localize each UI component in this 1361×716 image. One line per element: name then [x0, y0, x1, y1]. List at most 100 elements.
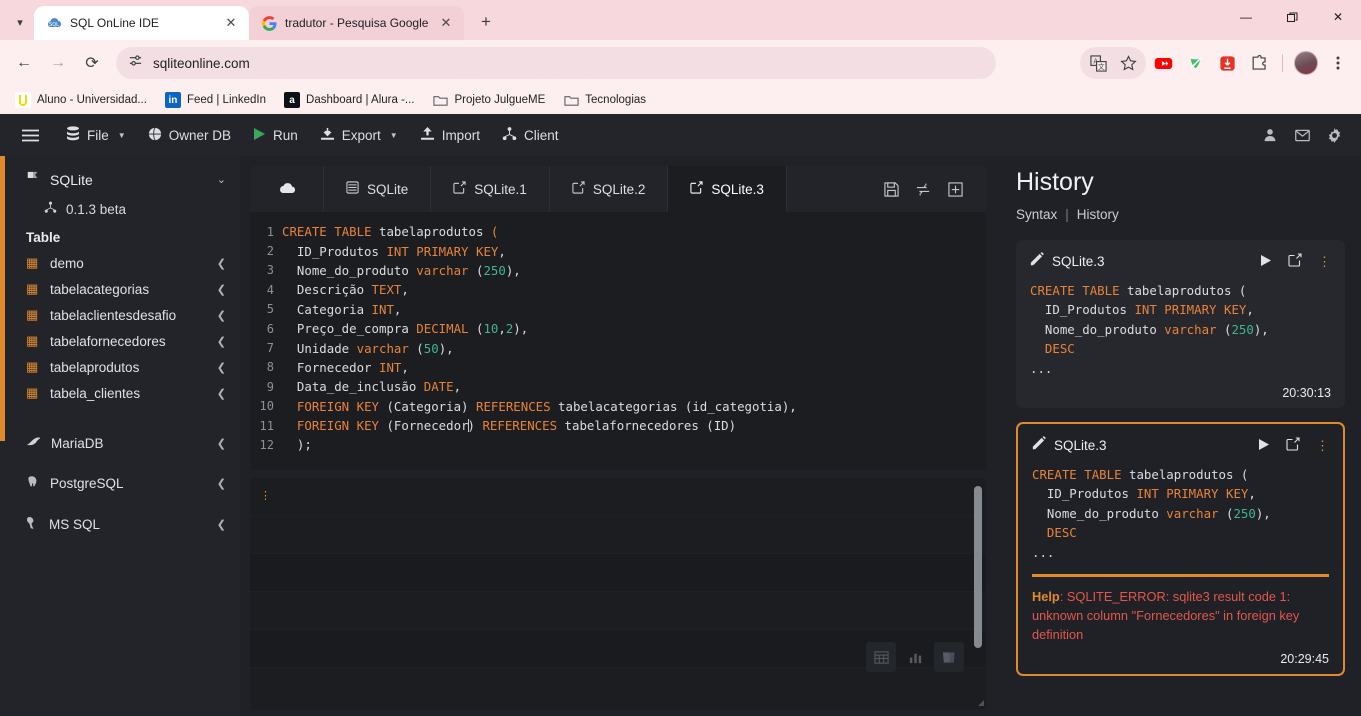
bookmark-folder-projeto-julgueme[interactable]: Projeto JulgueME [426, 89, 553, 111]
bookmark-folder-tecnologias[interactable]: Tecnologias [556, 89, 653, 111]
add-tab-icon[interactable] [946, 180, 964, 198]
line-content: Unidade varchar (50), [282, 340, 454, 356]
editor-tab-cloud[interactable] [250, 166, 324, 212]
minimize-button[interactable]: — [1223, 0, 1269, 34]
bookmark-alura-dashboard[interactable]: a Dashboard | Alura -... [277, 89, 421, 111]
sidebar-engine-postgresql[interactable]: PostgreSQL ❮ [0, 463, 240, 504]
toolbar-run-button[interactable]: Run [242, 121, 309, 150]
new-tab-button[interactable]: + [472, 8, 500, 36]
table-grid-icon[interactable] [866, 642, 896, 672]
youtube-icon[interactable] [1148, 48, 1178, 78]
toolbar-file-menu[interactable]: File ▼ [55, 120, 137, 150]
close-button[interactable]: ✕ [1315, 0, 1361, 34]
sql-code-editor[interactable]: 1 CREATE TABLE tabelaprodutos (2 ID_Produ… [250, 212, 986, 470]
share-nodes-icon [502, 126, 517, 144]
page-info-icon[interactable] [128, 53, 143, 73]
browser-tab-tradutor[interactable]: tradutor - Pesquisa Google ✕ [249, 6, 464, 40]
toolbar-import-button[interactable]: Import [409, 121, 491, 150]
address-bar[interactable]: sqliteonline.com [116, 47, 996, 79]
hamburger-menu-icon[interactable] [14, 123, 47, 148]
refresh-icon[interactable] [914, 180, 932, 198]
run-play-icon[interactable] [1260, 254, 1272, 270]
line-content: Fornecedor INT, [282, 359, 409, 375]
run-play-icon[interactable] [1258, 438, 1270, 454]
resize-handle[interactable] [978, 700, 984, 706]
mail-icon[interactable] [1289, 122, 1315, 148]
sidebar-table-tabelaprodutos[interactable]: ▦ tabelaprodutos ❮ [0, 354, 240, 380]
chevron-left-icon[interactable]: ❮ [217, 387, 226, 400]
chevron-left-icon[interactable]: ❮ [217, 361, 226, 374]
sidebar-table-tabela-clientes[interactable]: ▦ tabela_clientes ❮ [0, 380, 240, 406]
sidebar-table-tabelaclientesdesafio[interactable]: ▦ tabelaclientesdesafio ❮ [0, 302, 240, 328]
save-floppy-icon[interactable] [882, 180, 900, 198]
sidebar-table-demo[interactable]: ▦ demo ❮ [0, 250, 240, 276]
line-number: 7 [266, 341, 274, 356]
toolbar-client-button[interactable]: Client [491, 121, 570, 150]
browser-tab-sql-online-ide[interactable]: SQL SQL OnLine IDE ✕ [34, 6, 249, 40]
tab-separator: | [1065, 207, 1069, 222]
chevron-left-icon[interactable]: ❮ [217, 335, 226, 348]
history-code-line: ... [1032, 544, 1055, 560]
history-code-line: DESC [1032, 525, 1077, 541]
chevron-left-icon[interactable]: ❮ [217, 309, 226, 322]
edit-square-icon[interactable] [1286, 437, 1300, 454]
result-scrollbar[interactable] [974, 486, 982, 648]
user-icon[interactable] [1257, 122, 1283, 148]
bar-chart-icon[interactable] [900, 642, 930, 672]
close-icon[interactable]: ✕ [438, 15, 454, 31]
sidebar: SQLite ⌄ 0.1.3 beta Table ▦ demo ❮ ▦ tab… [0, 156, 240, 716]
close-icon[interactable]: ✕ [223, 15, 239, 31]
forward-icon[interactable]: → [42, 47, 74, 79]
code-line: 2 ID_Produtos INT PRIMARY KEY, [250, 241, 986, 260]
chevron-left-icon[interactable]: ❮ [217, 283, 226, 296]
line-content: FOREIGN KEY (Fornecedor) REFERENCES tabe… [296, 418, 737, 434]
tab-search-chevron-icon[interactable]: ▾ [6, 7, 34, 37]
chevron-left-icon[interactable]: ❮ [217, 477, 226, 490]
line-number: 4 [266, 282, 274, 297]
editor-tab-sqlite-2[interactable]: SQLite.2 [550, 166, 669, 212]
bookmark-aluno-universidade[interactable]: Aluno - Universidad... [8, 89, 154, 111]
bookmark-linkedin[interactable]: in Feed | LinkedIn [158, 89, 273, 111]
chevron-left-icon[interactable]: ❮ [217, 437, 226, 450]
back-icon[interactable]: ← [8, 47, 40, 79]
editor-tab-sqlite-3[interactable]: SQLite.3 [668, 166, 787, 212]
edit-square-icon [453, 181, 466, 197]
downloader-icon[interactable] [1212, 48, 1242, 78]
result-status-dots-icon[interactable]: ⋮ [260, 491, 271, 502]
sidebar-table-tabelafornecedores[interactable]: ▦ tabelafornecedores ❮ [0, 328, 240, 354]
bookmark-star-icon[interactable] [1113, 48, 1143, 78]
reload-icon[interactable]: ⟳ [76, 47, 108, 79]
translate-icon[interactable]: A文 [1083, 48, 1113, 78]
sidebar-engine-mariadb[interactable]: MariaDB ❮ [0, 424, 240, 463]
toolbar-owner-db[interactable]: Owner DB [137, 121, 242, 150]
toolbar-export-menu[interactable]: Export ▼ [309, 121, 409, 150]
more-vertical-icon[interactable]: ⋮ [1316, 439, 1329, 452]
sidebar-db-sqlite[interactable]: SQLite ⌄ [0, 164, 240, 195]
gear-icon[interactable] [1321, 122, 1347, 148]
book-icon[interactable] [934, 642, 964, 672]
chevron-down-icon[interactable]: ⌄ [217, 173, 226, 186]
history-entry[interactable]: SQLite.3 ⋮ CREATE TABLE tabelaprodutos ( I… [1016, 240, 1345, 409]
tab-syntax[interactable]: Syntax [1016, 207, 1057, 222]
sidebar-engine-mssql[interactable]: MS SQL ❮ [0, 504, 240, 545]
sidebar-table-tabelacategorias[interactable]: ▦ tabelacategorias ❮ [0, 276, 240, 302]
tab-history[interactable]: History [1077, 207, 1119, 222]
editor-tab-sqlite-1[interactable]: SQLite.1 [431, 166, 550, 212]
extensions-puzzle-icon[interactable] [1244, 48, 1274, 78]
edit-square-icon[interactable] [1288, 253, 1302, 270]
code-line: 3 Nome_do_produto varchar (250), [250, 261, 986, 280]
chrome-menu-icon[interactable] [1323, 48, 1353, 78]
profile-avatar[interactable] [1291, 48, 1321, 78]
query-result-panel[interactable]: ⋮ [250, 478, 986, 710]
chevron-left-icon[interactable]: ❮ [217, 257, 226, 270]
app-toolbar: File ▼ Owner DB Run Export ▼ Import Clie… [0, 114, 1361, 156]
more-vertical-icon[interactable]: ⋮ [1318, 255, 1331, 268]
maximize-button[interactable] [1269, 0, 1315, 34]
chevron-left-icon[interactable]: ❮ [217, 518, 226, 531]
adblock-icon[interactable] [1180, 48, 1210, 78]
editor-tab-sqlite[interactable]: SQLite [324, 166, 432, 212]
sidebar-table-label: tabela_clientes [50, 385, 141, 401]
result-view-switcher [866, 642, 964, 672]
history-entry[interactable]: SQLite.3 ⋮ CREATE TABLE tabelaprodutos ( I… [1016, 422, 1345, 677]
toolbar-export-label: Export [341, 127, 381, 143]
